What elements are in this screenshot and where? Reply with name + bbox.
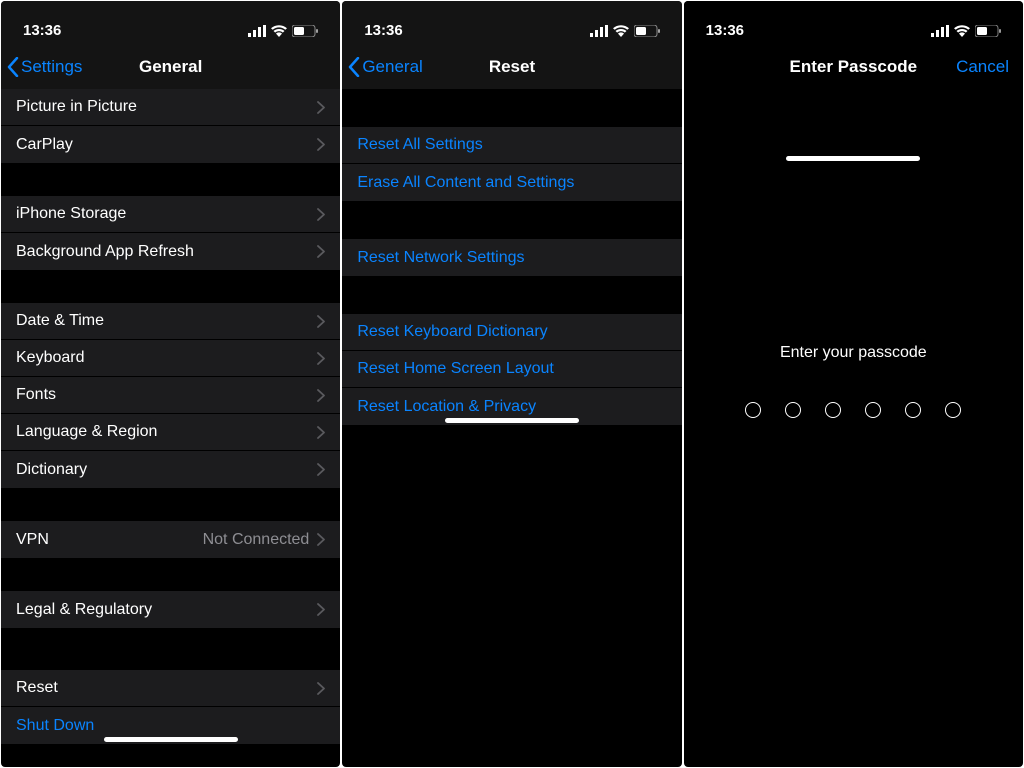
nav-title: Enter Passcode (790, 57, 918, 77)
home-indicator[interactable] (786, 156, 920, 161)
passcode-dot (745, 402, 761, 418)
vpn-status: Not Connected (203, 531, 310, 549)
chevron-right-icon (317, 245, 325, 258)
row-picture-in-picture[interactable]: Picture in Picture (1, 89, 340, 126)
passcode-dots (684, 402, 1023, 418)
settings-list: Picture in Picture CarPlay iPhone Storag… (1, 89, 340, 744)
chevron-right-icon (317, 352, 325, 365)
nav-bar: Settings General (1, 45, 340, 89)
wifi-icon (271, 25, 287, 37)
row-legal-regulatory[interactable]: Legal & Regulatory (1, 591, 340, 628)
chevron-right-icon (317, 463, 325, 476)
cellular-icon (248, 25, 266, 37)
row-label: iPhone Storage (16, 205, 126, 223)
chevron-right-icon (317, 603, 325, 616)
screen-enter-passcode: 13:36 Enter Passcode Cancel Enter your p… (684, 1, 1023, 767)
nav-bar: Enter Passcode Cancel (684, 45, 1023, 89)
row-language-region[interactable]: Language & Region (1, 414, 340, 451)
chevron-right-icon (317, 315, 325, 328)
row-label: Erase All Content and Settings (357, 174, 574, 192)
reset-list: Reset All Settings Erase All Content and… (342, 127, 681, 425)
status-bar: 13:36 (342, 1, 681, 45)
chevron-right-icon (317, 389, 325, 402)
home-indicator[interactable] (445, 418, 579, 423)
battery-icon (292, 25, 318, 37)
row-carplay[interactable]: CarPlay (1, 126, 340, 163)
row-date-time[interactable]: Date & Time (1, 303, 340, 340)
nav-title: Reset (489, 57, 535, 77)
chevron-right-icon (317, 138, 325, 151)
status-icons (590, 25, 660, 37)
row-label: Keyboard (16, 349, 85, 367)
row-reset-keyboard-dictionary[interactable]: Reset Keyboard Dictionary (342, 314, 681, 351)
row-label: Dictionary (16, 461, 87, 479)
row-reset-all-settings[interactable]: Reset All Settings (342, 127, 681, 164)
home-indicator[interactable] (104, 737, 238, 742)
wifi-icon (613, 25, 629, 37)
row-label: Fonts (16, 386, 56, 404)
row-background-app-refresh[interactable]: Background App Refresh (1, 233, 340, 270)
row-reset[interactable]: Reset (1, 670, 340, 707)
row-vpn[interactable]: VPN Not Connected (1, 521, 340, 558)
row-label: Shut Down (16, 717, 94, 735)
row-label: Reset Network Settings (357, 249, 524, 267)
row-label: VPN (16, 531, 49, 549)
nav-bar: General Reset (342, 45, 681, 89)
row-label: Language & Region (16, 423, 157, 441)
screen-reset: 13:36 General Reset Reset All Settings E… (342, 1, 681, 767)
status-time: 13:36 (706, 22, 744, 39)
row-reset-home-screen-layout[interactable]: Reset Home Screen Layout (342, 351, 681, 388)
passcode-area: Enter your passcode (684, 344, 1023, 418)
passcode-dot (785, 402, 801, 418)
row-keyboard[interactable]: Keyboard (1, 340, 340, 377)
row-label: Reset Location & Privacy (357, 398, 536, 416)
status-icons (248, 25, 318, 37)
status-bar: 13:36 (684, 1, 1023, 45)
row-label: Reset Keyboard Dictionary (357, 323, 547, 341)
row-reset-network-settings[interactable]: Reset Network Settings (342, 239, 681, 276)
status-time: 13:36 (23, 22, 61, 39)
battery-icon (975, 25, 1001, 37)
row-label: Reset (16, 679, 58, 697)
chevron-left-icon (348, 57, 360, 77)
row-label: CarPlay (16, 136, 73, 154)
chevron-right-icon (317, 533, 325, 546)
status-bar: 13:36 (1, 1, 340, 45)
passcode-dot (905, 402, 921, 418)
status-icons (931, 25, 1001, 37)
cancel-button[interactable]: Cancel (956, 57, 1009, 77)
row-dictionary[interactable]: Dictionary (1, 451, 340, 488)
chevron-right-icon (317, 426, 325, 439)
battery-icon (634, 25, 660, 37)
row-label: Date & Time (16, 312, 104, 330)
passcode-dot (945, 402, 961, 418)
back-button[interactable]: General (348, 57, 422, 77)
passcode-dot (865, 402, 881, 418)
chevron-left-icon (7, 57, 19, 77)
row-fonts[interactable]: Fonts (1, 377, 340, 414)
chevron-right-icon (317, 208, 325, 221)
back-label: General (362, 57, 422, 77)
passcode-dot (825, 402, 841, 418)
row-label: Background App Refresh (16, 243, 194, 261)
row-label: Reset Home Screen Layout (357, 360, 554, 378)
screen-general: 13:36 Settings General Picture in Pictur… (1, 1, 340, 767)
passcode-prompt: Enter your passcode (684, 344, 1023, 362)
cellular-icon (931, 25, 949, 37)
back-button[interactable]: Settings (7, 57, 82, 77)
wifi-icon (954, 25, 970, 37)
status-time: 13:36 (364, 22, 402, 39)
row-label: Picture in Picture (16, 98, 137, 116)
nav-title: General (139, 57, 202, 77)
row-iphone-storage[interactable]: iPhone Storage (1, 196, 340, 233)
back-label: Settings (21, 57, 82, 77)
row-label: Legal & Regulatory (16, 601, 152, 619)
cancel-label: Cancel (956, 57, 1009, 76)
row-erase-all-content[interactable]: Erase All Content and Settings (342, 164, 681, 201)
row-label: Reset All Settings (357, 136, 482, 154)
chevron-right-icon (317, 101, 325, 114)
cellular-icon (590, 25, 608, 37)
chevron-right-icon (317, 682, 325, 695)
